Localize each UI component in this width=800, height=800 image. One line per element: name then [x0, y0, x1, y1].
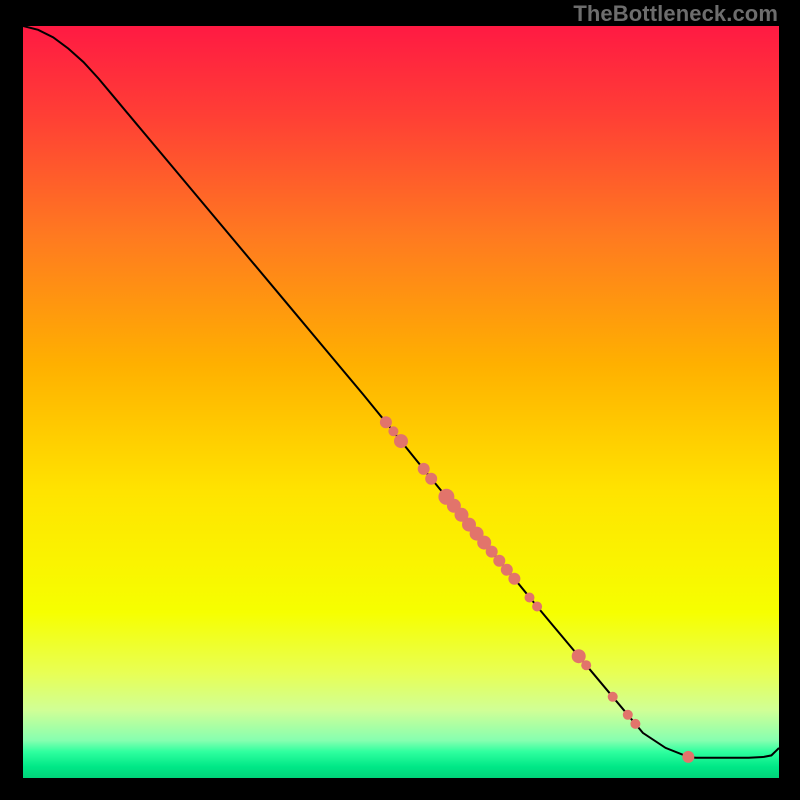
marker-point [388, 426, 398, 436]
marker-point [380, 416, 392, 428]
marker-point [425, 473, 437, 485]
marker-point [532, 602, 542, 612]
marker-point [581, 660, 591, 670]
marker-point [630, 719, 640, 729]
plot-area [23, 26, 779, 778]
marker-point [623, 710, 633, 720]
marker-point [608, 692, 618, 702]
watermark-text: TheBottleneck.com [573, 1, 778, 27]
marker-point [508, 573, 520, 585]
marker-point [418, 463, 430, 475]
marker-point [525, 593, 535, 603]
chart-frame: TheBottleneck.com [0, 0, 800, 800]
gradient-background [23, 26, 779, 778]
marker-point [394, 434, 408, 448]
marker-point [682, 751, 694, 763]
chart-svg [23, 26, 779, 778]
